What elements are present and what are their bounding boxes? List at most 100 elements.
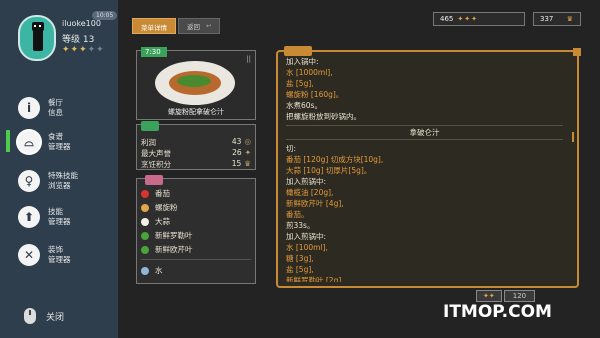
sidebar-item-skill-manager[interactable]: ⬆ 技能 管理器: [18, 202, 114, 232]
ingredient-row: 螺旋粉: [141, 202, 178, 213]
recipe-footer: ✦✦ 120: [476, 290, 536, 302]
player-level: 等级 13: [62, 35, 95, 45]
recipe-line: 水 [100ml],: [286, 243, 328, 252]
chef-hat-icon: ♛: [244, 159, 251, 168]
footer-stars: ✦✦: [476, 290, 502, 302]
stat-label: 利润: [141, 138, 156, 147]
chef-value: 337: [540, 15, 554, 23]
recipe-line: 盐 [5g],: [286, 265, 314, 274]
stat-row-reputation: 最大声誉 26 ✦: [141, 148, 251, 159]
back-button[interactable]: 返回 ↩: [178, 18, 221, 34]
recipe-line: 煎33s。: [286, 221, 315, 230]
garlic-icon: [141, 217, 149, 226]
sidebar-item-label: 食谱 管理器: [48, 132, 71, 151]
recipe-line: 水 [1000ml],: [286, 68, 333, 77]
stats-card: 利润 43 ◎ 最大声誉 26 ✦ 烹饪积分 15 ♛: [136, 121, 256, 170]
chef-hat-icon: ♛: [566, 15, 574, 23]
ingredient-row: 新鲜罗勒叶: [141, 230, 193, 241]
ingredient-name: 番茄: [155, 189, 170, 198]
recipe-line: 新鲜欧芹叶 [4g],: [286, 199, 344, 208]
sidebar-item-label: 餐厅 信息: [48, 98, 63, 117]
recipe-line: 把螺旋粉放到砂锅内。: [286, 112, 361, 121]
dish-image: [155, 61, 235, 105]
ingredient-name: 新鲜欧芹叶: [155, 245, 193, 254]
stats-tag-icon: [141, 121, 159, 131]
recipe-line: 橄榄油 [20g],: [286, 188, 334, 197]
recipe-line: 大蒜 [10g] 切厚片[5g]。: [286, 166, 372, 175]
reputation-icon: ✦: [244, 148, 251, 157]
pasta-icon: [141, 203, 149, 212]
recipe-line: 新鲜罗勒叶 [2g]: [286, 276, 342, 282]
ingredient-row: 新鲜欧芹叶: [141, 244, 193, 255]
herbs-shape: [177, 75, 211, 87]
sidebar: 10:05 iluoke100 等级 13 ✦✦✦✦✦ i 餐厅 信息 ⌓ 食谱…: [0, 0, 118, 338]
stat-value: 43: [231, 137, 242, 146]
main-area: 菜单详情 返回 ↩ 465 ✦✦✦ 337 ♛ 7:30 || 螺旋粉配拿破仑汁: [118, 0, 600, 338]
water-drop-icon: [141, 266, 149, 275]
avatar-eye: [39, 25, 41, 27]
recipe-line: 番茄 [120g] 切成方块[10g],: [286, 155, 384, 164]
player-profile: 10:05 iluoke100 等级 13 ✦✦✦✦✦: [18, 11, 118, 75]
money-stars-icon: ✦✦✦: [457, 15, 478, 23]
rating-stars: ✦✦✦✦✦: [62, 45, 105, 55]
dish-card: 7:30 || 螺旋粉配拿破仑汁: [136, 47, 256, 120]
pause-icon[interactable]: ||: [246, 55, 251, 63]
sidebar-item-label: 技能 管理器: [48, 207, 71, 226]
sidebar-item-skill-browser[interactable]: ♀ 特殊技能 浏览器: [18, 166, 114, 196]
money-counter: 465 ✦✦✦: [433, 12, 525, 26]
recipe-line: 水煮60s。: [286, 101, 322, 110]
recipe-line: 盐 [5g],: [286, 79, 314, 88]
stat-row-cooking-points: 烹饪积分 15 ♛: [141, 159, 251, 170]
recipe-line: 糖 [3g],: [286, 254, 314, 263]
recipe-tag-icon: [284, 46, 312, 56]
recipe-line: 螺旋粉 [160g]。: [286, 90, 344, 99]
scrollbar[interactable]: [572, 132, 574, 142]
recipe-text[interactable]: 加入锅中: 水 [1000ml], 盐 [5g], 螺旋粉 [160g]。 水煮60s。…: [286, 56, 563, 282]
tab-menu-details[interactable]: 菜单详情: [132, 18, 176, 34]
recipe-line: 加入锅中:: [286, 57, 319, 66]
dish-time-flag: 7:30: [141, 47, 167, 57]
recipe-corner: [573, 48, 581, 56]
username: iluoke100: [62, 19, 101, 28]
money-value: 465: [440, 15, 454, 23]
ingredients-card: 番茄 螺旋粉 大蒜 新鲜罗勒叶 新鲜欧芹叶 水: [136, 175, 256, 284]
basil-icon: [141, 231, 149, 240]
sidebar-item-label: 装饰 管理器: [48, 245, 71, 264]
recipe-section-title: 拿破仑汁: [286, 125, 563, 140]
ingredient-row: 水: [141, 265, 163, 276]
avatar-eye: [34, 25, 36, 27]
tomato-icon: [141, 189, 149, 198]
watermark: ITMOP.COM: [443, 302, 552, 322]
parsley-icon: [141, 245, 149, 254]
stat-row-profit: 利润 43 ◎: [141, 137, 251, 148]
sidebar-item-decoration-manager[interactable]: ✕ 装饰 管理器: [18, 240, 114, 270]
stat-value: 15: [231, 159, 242, 168]
avatar-body: [33, 29, 43, 51]
chef-counter: 337 ♛: [533, 12, 581, 26]
ingredient-row: 番茄: [141, 188, 170, 199]
recipe-panel: 加入锅中: 水 [1000ml], 盐 [5g], 螺旋粉 [160g]。 水煮60s。…: [276, 46, 581, 288]
back-arrow-icon: ↩: [206, 22, 212, 30]
close-label: 关闭: [46, 312, 65, 323]
footer-value: 120: [503, 290, 536, 302]
sidebar-item-label: 特殊技能 浏览器: [48, 171, 78, 190]
cloche-icon: ⌓: [18, 131, 40, 153]
coin-icon: ◎: [244, 137, 251, 146]
game-screen: 10:05 iluoke100 等级 13 ✦✦✦✦✦ i 餐厅 信息 ⌓ 食谱…: [0, 0, 600, 338]
ingredient-name: 水: [155, 266, 163, 275]
upgrade-icon: ⬆: [18, 206, 40, 228]
ingredient-name: 新鲜罗勒叶: [155, 231, 193, 240]
ingredient-name: 大蒜: [155, 217, 170, 226]
info-icon: i: [18, 97, 40, 119]
tools-icon: ✕: [18, 244, 40, 266]
back-label: 返回: [187, 23, 200, 31]
mouse-icon: [24, 308, 36, 324]
ingredient-name: 螺旋粉: [155, 203, 178, 212]
skill-icon: ♀: [18, 170, 40, 192]
dish-name: 螺旋粉配拿破仑汁: [168, 108, 224, 116]
star-icons-empty: ✦✦: [87, 45, 105, 55]
close-button[interactable]: 关闭: [24, 308, 64, 324]
active-indicator: [6, 130, 10, 152]
sidebar-item-recipe-manager[interactable]: ⌓ 食谱 管理器: [18, 127, 114, 157]
sidebar-item-restaurant-info[interactable]: i 餐厅 信息: [18, 93, 114, 123]
